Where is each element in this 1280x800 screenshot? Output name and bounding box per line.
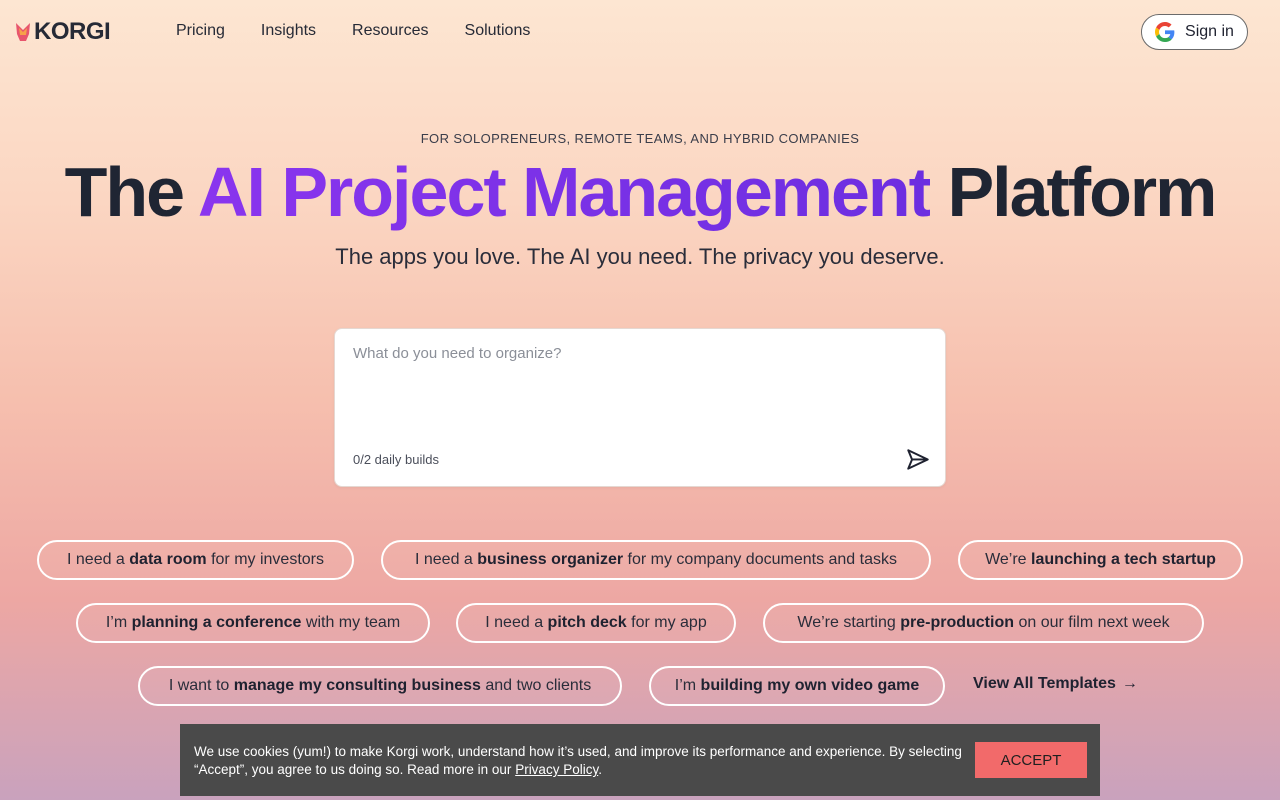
- view-all-label: View All Templates: [973, 675, 1116, 692]
- cookie-banner: We use cookies (yum!) to make Korgi work…: [180, 724, 1100, 796]
- template-chip-data-room[interactable]: I need a data room for my investors: [37, 540, 354, 580]
- chip-post: for my investors: [206, 551, 324, 568]
- chip-bold: launching a tech startup: [1031, 551, 1216, 568]
- sign-in-button[interactable]: Sign in: [1141, 14, 1248, 50]
- nav-resources[interactable]: Resources: [352, 22, 428, 40]
- chip-pre: We’re: [985, 551, 1031, 568]
- daily-builds-counter: 0/2 daily builds: [353, 452, 439, 467]
- nav-solutions[interactable]: Solutions: [465, 22, 531, 40]
- brand-name: KORGI: [34, 18, 111, 45]
- template-chip-conference[interactable]: I’m planning a conference with my team: [76, 603, 430, 643]
- hero-headline: The AI Project Management Platform: [0, 152, 1280, 232]
- chip-post: for my company documents and tasks: [623, 551, 897, 568]
- chip-pre: I’m: [674, 677, 701, 694]
- cookie-text-2: .: [598, 762, 602, 777]
- hero-eyebrow: FOR SOLOPRENEURS, REMOTE TEAMS, AND HYBR…: [420, 131, 860, 146]
- hero-subhead: The apps you love. The AI you need. The …: [335, 244, 945, 269]
- chip-post: on our film next week: [1014, 614, 1170, 631]
- headline-post: Platform: [930, 153, 1217, 231]
- chip-pre: We’re starting: [797, 614, 901, 631]
- site-header: KORGI Pricing Insights Resources Solutio…: [0, 0, 1280, 64]
- prompt-box: 0/2 daily builds: [334, 328, 946, 487]
- headline-accent: AI Project Management: [197, 153, 932, 231]
- chip-pre: I need a: [67, 551, 130, 568]
- nav-insights[interactable]: Insights: [261, 22, 316, 40]
- chip-pre: I want to: [168, 677, 234, 694]
- chip-bold: planning a conference: [131, 614, 302, 631]
- chip-bold: pre-production: [900, 614, 1014, 631]
- korgi-logo[interactable]: KORGI: [14, 18, 111, 46]
- sign-in-label: Sign in: [1185, 23, 1234, 40]
- chip-bold: business organizer: [477, 551, 624, 568]
- korgi-mascot-icon: [16, 23, 30, 41]
- accept-cookies-button[interactable]: ACCEPT: [975, 742, 1087, 778]
- template-chip-video-game[interactable]: I’m building my own video game: [649, 666, 945, 706]
- chip-bold: data room: [129, 551, 207, 568]
- chip-post: for my app: [626, 614, 707, 631]
- send-icon[interactable]: [905, 447, 931, 473]
- view-all-templates-link[interactable]: View All Templates →: [973, 675, 1138, 693]
- chip-post: with my team: [301, 614, 401, 631]
- template-chip-business-organizer[interactable]: I need a business organizer for my compa…: [381, 540, 931, 580]
- prompt-input[interactable]: [353, 345, 923, 435]
- chip-bold: manage my consulting business: [233, 677, 481, 694]
- chip-pre: I need a: [414, 551, 478, 568]
- arrow-right-icon: →: [1121, 675, 1138, 692]
- template-chip-tech-startup[interactable]: We’re launching a tech startup: [958, 540, 1243, 580]
- chip-pre: I need a: [485, 614, 548, 631]
- main-nav: Pricing Insights Resources Solutions: [176, 22, 566, 40]
- template-chip-pitch-deck[interactable]: I need a pitch deck for my app: [456, 603, 736, 643]
- google-icon: [1155, 22, 1175, 42]
- template-chip-consulting[interactable]: I want to manage my consulting business …: [138, 666, 622, 706]
- chip-bold: building my own video game: [700, 677, 920, 694]
- template-chip-film-preproduction[interactable]: We’re starting pre-production on our fil…: [763, 603, 1204, 643]
- chip-post: and two clients: [480, 677, 592, 694]
- headline-pre: The: [64, 153, 198, 231]
- chip-bold: pitch deck: [547, 614, 627, 631]
- cookie-message: We use cookies (yum!) to make Korgi work…: [194, 743, 964, 779]
- privacy-policy-link[interactable]: Privacy Policy: [515, 762, 598, 777]
- chip-pre: I’m: [105, 614, 132, 631]
- nav-pricing[interactable]: Pricing: [176, 22, 225, 40]
